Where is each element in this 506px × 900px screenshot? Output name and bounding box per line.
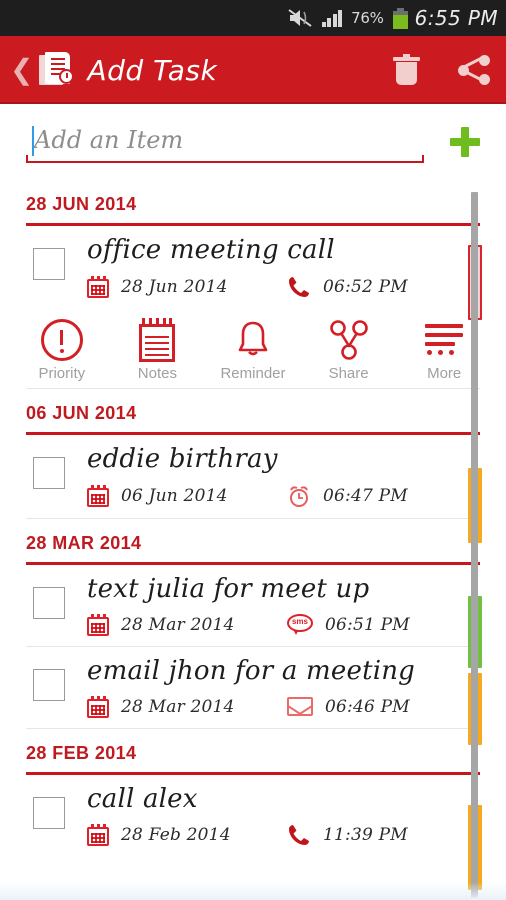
action-priority[interactable]: Priority	[14, 317, 110, 382]
vertical-scrollbar[interactable]	[471, 192, 478, 898]
text-caret	[32, 126, 34, 156]
phone-icon	[287, 275, 311, 299]
task-meta: 28 Mar 2014 06:46 PM	[87, 695, 466, 718]
calendar-icon	[87, 695, 109, 718]
task-content: office meeting call 28 Jun 2014 06:52 PM	[65, 235, 506, 299]
action-share[interactable]: Share	[301, 317, 397, 382]
back-chevron-icon[interactable]: ❮	[6, 56, 39, 84]
task-content: eddie birthray 06 Jun 2014 06:47 PM	[65, 443, 506, 508]
action-label: Priority	[38, 364, 86, 382]
status-clock: 6:55 PM	[414, 6, 498, 30]
app-bar-actions	[393, 54, 490, 86]
task-date-label: 28 Feb 2014	[121, 825, 231, 846]
battery-icon	[392, 7, 408, 29]
bottom-fade	[0, 882, 506, 900]
add-item-input[interactable]	[26, 126, 432, 158]
task-title: email jhon for a meeting	[87, 655, 416, 686]
task-date: 28 Feb 2014	[87, 824, 287, 847]
app-bar: ❮ Add Task	[0, 36, 506, 104]
task-time: 06:46 PM	[287, 697, 410, 717]
mute-vibrate-icon	[287, 8, 313, 28]
page-title: Add Task	[87, 53, 218, 87]
add-task-button[interactable]	[442, 119, 488, 165]
task-date: 06 Jun 2014	[87, 484, 287, 507]
task-row[interactable]: eddie birthray 06 Jun 2014 06:47 PM	[0, 434, 506, 518]
calendar-icon	[87, 275, 109, 298]
task-content: call alex 28 Feb 2014 11:39 PM	[65, 783, 506, 848]
task-checkbox[interactable]	[33, 668, 65, 701]
task-time-label: 11:39 PM	[323, 825, 408, 846]
calendar-icon	[87, 613, 109, 636]
task-date: 28 Mar 2014	[87, 695, 287, 718]
calendar-icon	[87, 824, 109, 847]
task-checkbox[interactable]	[33, 456, 65, 489]
task-time: 11:39 PM	[287, 823, 408, 847]
task-meta: 06 Jun 2014 06:47 PM	[87, 484, 466, 508]
status-icons: 76%	[287, 7, 408, 29]
priority-exclamation-icon	[40, 317, 83, 363]
task-date: 28 Jun 2014	[87, 275, 287, 298]
task-checkbox[interactable]	[33, 586, 65, 619]
task-title: call alex	[87, 783, 198, 814]
task-date-label: 06 Jun 2014	[121, 485, 228, 506]
task-row[interactable]: call alex 28 Feb 2014 11:39 PM	[0, 774, 506, 858]
task-time: 06:47 PM	[287, 484, 408, 508]
task-list-clock-icon	[39, 51, 75, 89]
task-meta: 28 Jun 2014 06:52 PM	[87, 275, 466, 299]
date-header: 28 MAR 2014	[26, 532, 142, 553]
date-header: 28 JUN 2014	[26, 194, 137, 214]
task-date: 28 Mar 2014	[87, 613, 287, 636]
task-meta: 28 Mar 2014 sms 06:51 PM	[87, 613, 466, 636]
add-item-row	[0, 104, 506, 180]
trash-icon[interactable]	[393, 54, 420, 86]
task-time: sms 06:51 PM	[287, 613, 410, 636]
task-title: eddie birthray	[87, 443, 278, 474]
share-icon[interactable]	[458, 55, 490, 85]
task-checkbox[interactable]	[33, 796, 65, 829]
add-input-wrapper	[26, 119, 432, 165]
task-time-label: 06:47 PM	[323, 485, 408, 506]
task-date-label: 28 Jun 2014	[121, 276, 228, 297]
task-time-label: 06:46 PM	[325, 696, 410, 717]
task-row[interactable]: text julia for meet up 28 Mar 2014 sms 0…	[0, 564, 506, 646]
task-checkbox[interactable]	[33, 248, 65, 280]
sms-icon: sms	[287, 613, 313, 636]
mail-icon	[287, 697, 313, 717]
task-content: text julia for meet up 28 Mar 2014 sms 0…	[65, 573, 506, 636]
task-time-label: 06:52 PM	[323, 276, 408, 297]
alarm-clock-icon	[287, 484, 311, 508]
task-row[interactable]: office meeting call 28 Jun 2014 06:52 PM	[0, 226, 506, 309]
task-row[interactable]: email jhon for a meeting 28 Mar 2014 06:…	[0, 646, 506, 728]
task-content: email jhon for a meeting 28 Mar 2014 06:…	[65, 655, 506, 718]
bell-icon	[235, 317, 271, 363]
date-header: 06 JUN 2014	[26, 402, 137, 423]
task-meta: 28 Feb 2014 11:39 PM	[87, 823, 466, 847]
phone-icon	[287, 823, 311, 847]
battery-percent-label: 76%	[351, 9, 384, 27]
task-time: 06:52 PM	[287, 275, 408, 299]
task-action-bar: Priority Notes Reminder Share More	[0, 308, 506, 388]
task-title: office meeting call	[87, 235, 335, 265]
status-bar: 76% 6:55 PM	[0, 0, 506, 36]
calendar-icon	[87, 484, 109, 507]
action-reminder[interactable]: Reminder	[205, 317, 301, 382]
input-underline	[26, 155, 424, 163]
action-label: Reminder	[220, 364, 286, 382]
action-label: More	[427, 364, 462, 382]
task-title: text julia for meet up	[87, 573, 370, 604]
task-list[interactable]: 28 JUN 2014 office meeting call 28 Jun 2…	[0, 180, 506, 858]
more-lines-icon	[425, 317, 464, 363]
action-notes[interactable]: Notes	[110, 317, 206, 382]
action-label: Share	[328, 364, 369, 382]
task-time-label: 06:51 PM	[325, 614, 410, 635]
signal-bars-icon	[321, 9, 343, 27]
task-date-label: 28 Mar 2014	[121, 614, 235, 635]
action-label: Notes	[137, 364, 177, 382]
task-date-label: 28 Mar 2014	[121, 696, 235, 717]
share-network-icon	[329, 317, 369, 363]
date-header: 28 FEB 2014	[26, 742, 137, 763]
notepad-icon	[139, 317, 176, 363]
